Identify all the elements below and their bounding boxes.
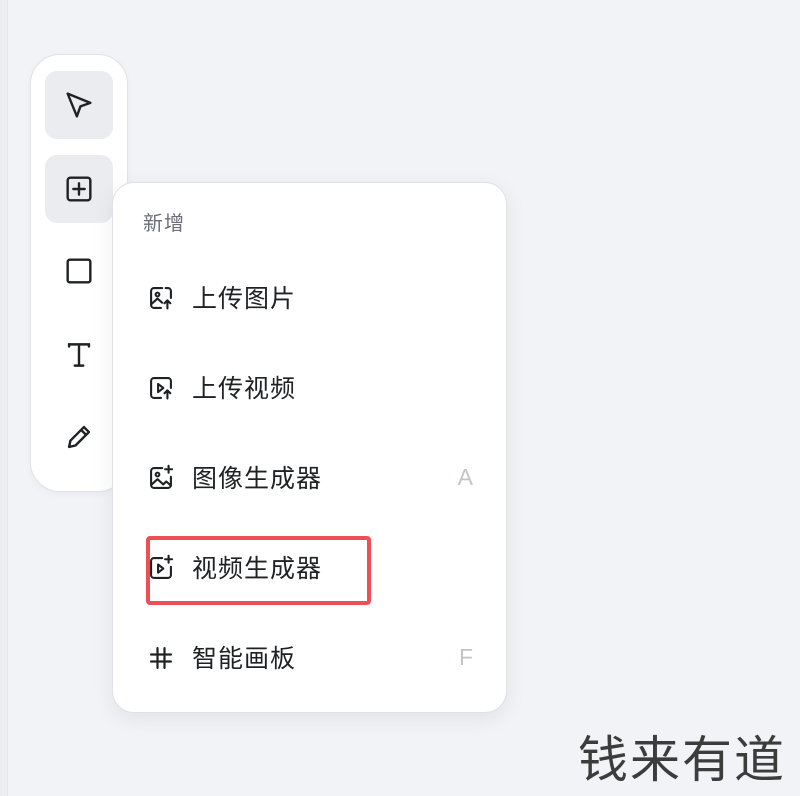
plus-square-icon <box>66 176 92 202</box>
image-sparkle-icon <box>150 464 174 489</box>
shortcut-key: F <box>458 643 473 670</box>
pen-tool-button[interactable] <box>45 403 113 471</box>
menu-item-label: 图像生成器 <box>192 464 323 493</box>
square-icon <box>66 258 92 284</box>
select-tool-button[interactable] <box>45 71 113 139</box>
image-upload-icon <box>150 287 172 310</box>
menu-item-image-generator[interactable]: 图像生成器 A <box>129 445 491 509</box>
text-tool-button[interactable] <box>45 321 113 389</box>
canvas-left-edge <box>0 0 8 796</box>
pointer-arrow-icon <box>66 92 92 118</box>
add-tool-button[interactable] <box>45 155 113 223</box>
text-t-icon <box>67 343 91 367</box>
menu-item-label: 上传图片 <box>192 284 297 313</box>
video-sparkle-icon <box>150 554 174 579</box>
watermark-text: 钱来有道 <box>578 731 786 789</box>
menu-item-label: 智能画板 <box>192 644 297 673</box>
menu-item-upload-image[interactable]: 上传图片 <box>129 265 491 329</box>
pen-icon <box>67 425 91 449</box>
menu-item-smart-artboard[interactable]: 智能画板 F <box>129 625 491 689</box>
menu-item-label: 上传视频 <box>192 374 297 403</box>
rectangle-tool-button[interactable] <box>45 237 113 305</box>
menu-item-video-generator[interactable]: 视频生成器 <box>129 535 491 599</box>
video-upload-icon <box>150 377 172 400</box>
add-menu: 新增 上传图片 上传视频 图像生成器 A 视频生成器 智能画板 F <box>112 182 507 713</box>
hash-icon <box>149 646 173 670</box>
shortcut-key: A <box>457 463 473 490</box>
menu-item-label: 视频生成器 <box>192 554 323 583</box>
menu-item-upload-video[interactable]: 上传视频 <box>129 355 491 419</box>
menu-heading: 新增 <box>143 211 185 235</box>
